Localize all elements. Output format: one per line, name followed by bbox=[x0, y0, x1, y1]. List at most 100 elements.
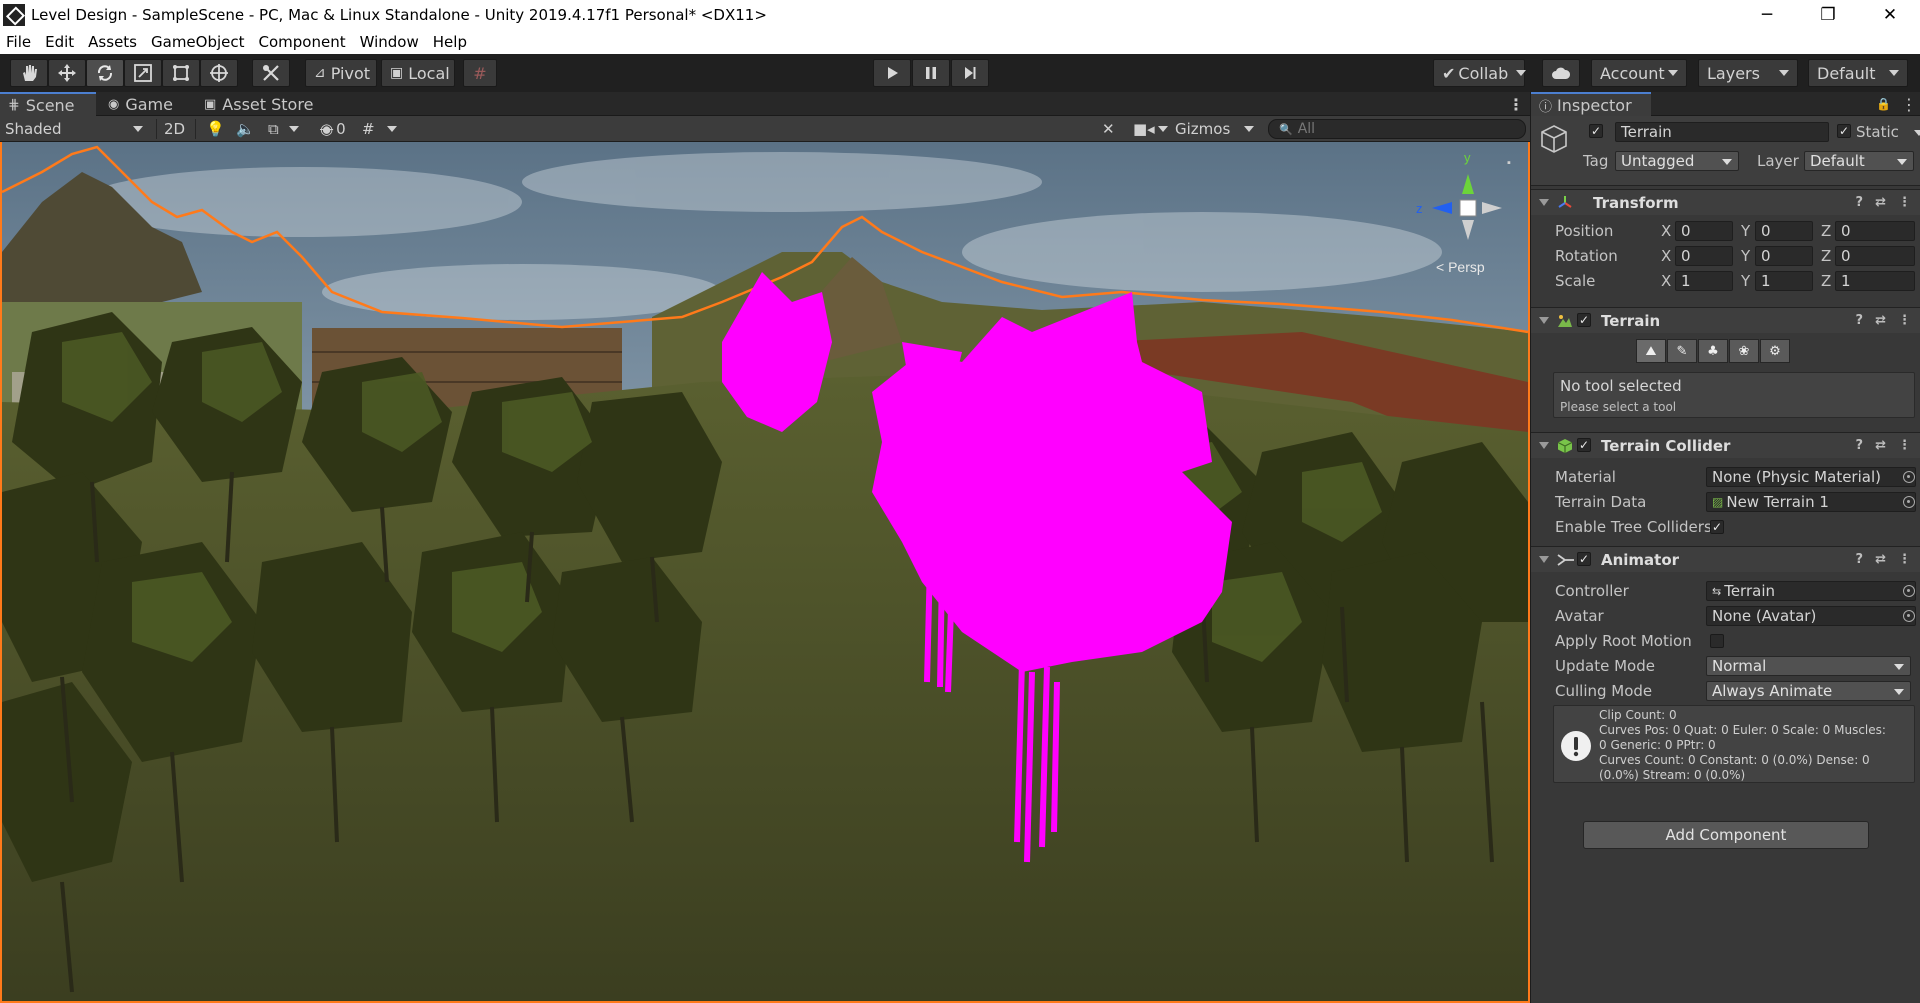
toggle-2d-button[interactable]: 2D bbox=[164, 118, 185, 140]
paint-trees-button[interactable]: ♣ bbox=[1698, 339, 1728, 363]
controller-object-field[interactable]: ⇆ Terrain bbox=[1706, 581, 1916, 601]
pause-button[interactable] bbox=[912, 59, 950, 87]
local-toggle[interactable]: ▣ Local bbox=[381, 59, 455, 87]
inspector-menu-button[interactable]: ⋮ bbox=[1893, 92, 1920, 116]
preset-icon[interactable]: ⇄ bbox=[1875, 552, 1886, 567]
object-picker-icon[interactable] bbox=[1903, 496, 1915, 508]
scale-x-field[interactable]: 1 bbox=[1675, 271, 1733, 291]
raise-terrain-button[interactable]: ⛰ bbox=[1636, 339, 1666, 363]
help-icon[interactable]: ? bbox=[1856, 552, 1864, 567]
custom-tool-button[interactable] bbox=[252, 59, 290, 87]
preset-icon[interactable]: ⇄ bbox=[1875, 438, 1886, 453]
move-tool-button[interactable] bbox=[48, 59, 86, 87]
scale-tool-button[interactable] bbox=[124, 59, 162, 87]
add-component-button[interactable]: Add Component bbox=[1583, 821, 1869, 849]
terrain-data-object-field[interactable]: ▨ New Terrain 1 bbox=[1706, 492, 1916, 512]
gizmos-dropdown[interactable]: Gizmos bbox=[1175, 118, 1255, 140]
tools-settings-button[interactable]: ✕ bbox=[1102, 118, 1115, 140]
terrain-collider-header[interactable]: ✓ Terrain Collider ? ⇄ ⋮ bbox=[1531, 432, 1920, 458]
kebab-menu-icon[interactable]: ⋮ bbox=[1898, 313, 1911, 328]
static-checkbox[interactable]: ✓ bbox=[1837, 124, 1851, 138]
close-button[interactable]: ✕ bbox=[1860, 0, 1920, 29]
material-object-field[interactable]: None (Physic Material) bbox=[1706, 467, 1916, 487]
layer-dropdown[interactable]: Default bbox=[1804, 151, 1914, 171]
rotate-tool-button[interactable] bbox=[86, 59, 124, 87]
collab-dropdown[interactable]: ✔ Collab bbox=[1433, 59, 1527, 87]
position-x-field[interactable]: 0 bbox=[1675, 221, 1733, 241]
tag-dropdown[interactable]: Untagged bbox=[1615, 151, 1739, 171]
animator-header[interactable]: ✓ Animator ? ⇄ ⋮ bbox=[1531, 546, 1920, 572]
enable-tree-colliders-checkbox[interactable]: ✓ bbox=[1710, 520, 1724, 534]
scale-z-field[interactable]: 1 bbox=[1835, 271, 1915, 291]
menu-assets[interactable]: Assets bbox=[88, 33, 137, 51]
object-name-field[interactable]: Terrain bbox=[1615, 122, 1829, 142]
paint-details-button[interactable]: ❀ bbox=[1729, 339, 1759, 363]
account-dropdown[interactable]: Account bbox=[1591, 59, 1687, 87]
scene-visibility-toggle[interactable]: ◉ 0 bbox=[320, 118, 346, 140]
layers-dropdown[interactable]: Layers bbox=[1698, 59, 1798, 87]
terrain-enabled-checkbox[interactable]: ✓ bbox=[1577, 313, 1591, 327]
menu-window[interactable]: Window bbox=[360, 33, 419, 51]
scene-search-input[interactable]: 🔍 All bbox=[1268, 119, 1526, 139]
position-z-field[interactable]: 0 bbox=[1835, 221, 1915, 241]
gizmo-projection-label[interactable]: < Persp bbox=[1436, 259, 1485, 275]
terrain-header[interactable]: ✓ Terrain ? ⇄ ⋮ bbox=[1531, 307, 1920, 333]
scene-tab-menu-button[interactable]: ⋮ bbox=[1500, 92, 1532, 116]
gizmo-lock-icon[interactable]: ▪ bbox=[1507, 157, 1511, 169]
scale-y-field[interactable]: 1 bbox=[1755, 271, 1813, 291]
rotation-z-field[interactable]: 0 bbox=[1835, 246, 1915, 266]
position-y-field[interactable]: 0 bbox=[1755, 221, 1813, 241]
menu-file[interactable]: File bbox=[6, 33, 31, 51]
minimize-button[interactable]: ─ bbox=[1737, 0, 1797, 29]
transform-header[interactable]: Transform ? ⇄ ⋮ bbox=[1531, 189, 1920, 215]
collider-enabled-checkbox[interactable]: ✓ bbox=[1577, 438, 1591, 452]
tab-inspector[interactable]: ⓘ Inspector bbox=[1531, 92, 1651, 116]
rect-tool-button[interactable] bbox=[162, 59, 200, 87]
help-icon[interactable]: ? bbox=[1856, 313, 1864, 328]
help-icon[interactable]: ? bbox=[1856, 195, 1864, 210]
audio-toggle[interactable]: 🔈 bbox=[236, 118, 255, 140]
terrain-settings-button[interactable]: ⚙ bbox=[1760, 339, 1790, 363]
grid-dropdown[interactable]: # bbox=[362, 118, 397, 140]
grid-snap-button[interactable]: # bbox=[463, 59, 497, 87]
layout-dropdown[interactable]: Default bbox=[1808, 59, 1908, 87]
cloud-button[interactable] bbox=[1542, 59, 1580, 87]
static-caret-icon[interactable] bbox=[1914, 130, 1920, 136]
effects-dropdown[interactable]: ⧉ bbox=[268, 118, 299, 140]
rotation-x-field[interactable]: 0 bbox=[1675, 246, 1733, 266]
kebab-menu-icon[interactable]: ⋮ bbox=[1898, 552, 1911, 567]
lighting-toggle[interactable]: 💡 bbox=[206, 118, 225, 140]
tab-scene[interactable]: ⋕ Scene bbox=[0, 92, 96, 116]
preset-icon[interactable]: ⇄ bbox=[1875, 195, 1886, 210]
menu-component[interactable]: Component bbox=[259, 33, 346, 51]
menu-gameobject[interactable]: GameObject bbox=[151, 33, 245, 51]
avatar-object-field[interactable]: None (Avatar) bbox=[1706, 606, 1916, 626]
tab-game[interactable]: ◉ Game bbox=[100, 92, 181, 116]
object-picker-icon[interactable] bbox=[1903, 585, 1915, 597]
pivot-toggle[interactable]: ⊿ Pivot bbox=[305, 59, 377, 87]
rotation-y-field[interactable]: 0 bbox=[1755, 246, 1813, 266]
apply-root-motion-checkbox[interactable] bbox=[1710, 634, 1724, 648]
camera-dropdown[interactable]: ■◂ bbox=[1133, 118, 1168, 140]
hand-tool-button[interactable] bbox=[10, 59, 48, 87]
transform-tool-button[interactable] bbox=[200, 59, 238, 87]
preset-icon[interactable]: ⇄ bbox=[1875, 313, 1886, 328]
play-button[interactable] bbox=[873, 59, 911, 87]
menu-edit[interactable]: Edit bbox=[45, 33, 74, 51]
culling-mode-dropdown[interactable]: Always Animate bbox=[1706, 681, 1911, 701]
object-picker-icon[interactable] bbox=[1903, 471, 1915, 483]
tab-asset-store[interactable]: ▣ Asset Store bbox=[196, 92, 321, 116]
help-icon[interactable]: ? bbox=[1856, 438, 1864, 453]
shading-mode-dropdown[interactable]: Shaded bbox=[5, 118, 145, 140]
kebab-menu-icon[interactable]: ⋮ bbox=[1898, 195, 1911, 210]
update-mode-dropdown[interactable]: Normal bbox=[1706, 656, 1911, 676]
paint-terrain-button[interactable]: ✎ bbox=[1667, 339, 1697, 363]
object-picker-icon[interactable] bbox=[1903, 610, 1915, 622]
restore-button[interactable]: ❐ bbox=[1798, 0, 1858, 29]
step-button[interactable] bbox=[951, 59, 989, 87]
menu-help[interactable]: Help bbox=[433, 33, 467, 51]
scene-viewport[interactable]: y z < Persp ▪ bbox=[0, 142, 1530, 1003]
animator-enabled-checkbox[interactable]: ✓ bbox=[1577, 552, 1591, 566]
object-active-checkbox[interactable]: ✓ bbox=[1589, 124, 1603, 138]
kebab-menu-icon[interactable]: ⋮ bbox=[1898, 438, 1911, 453]
